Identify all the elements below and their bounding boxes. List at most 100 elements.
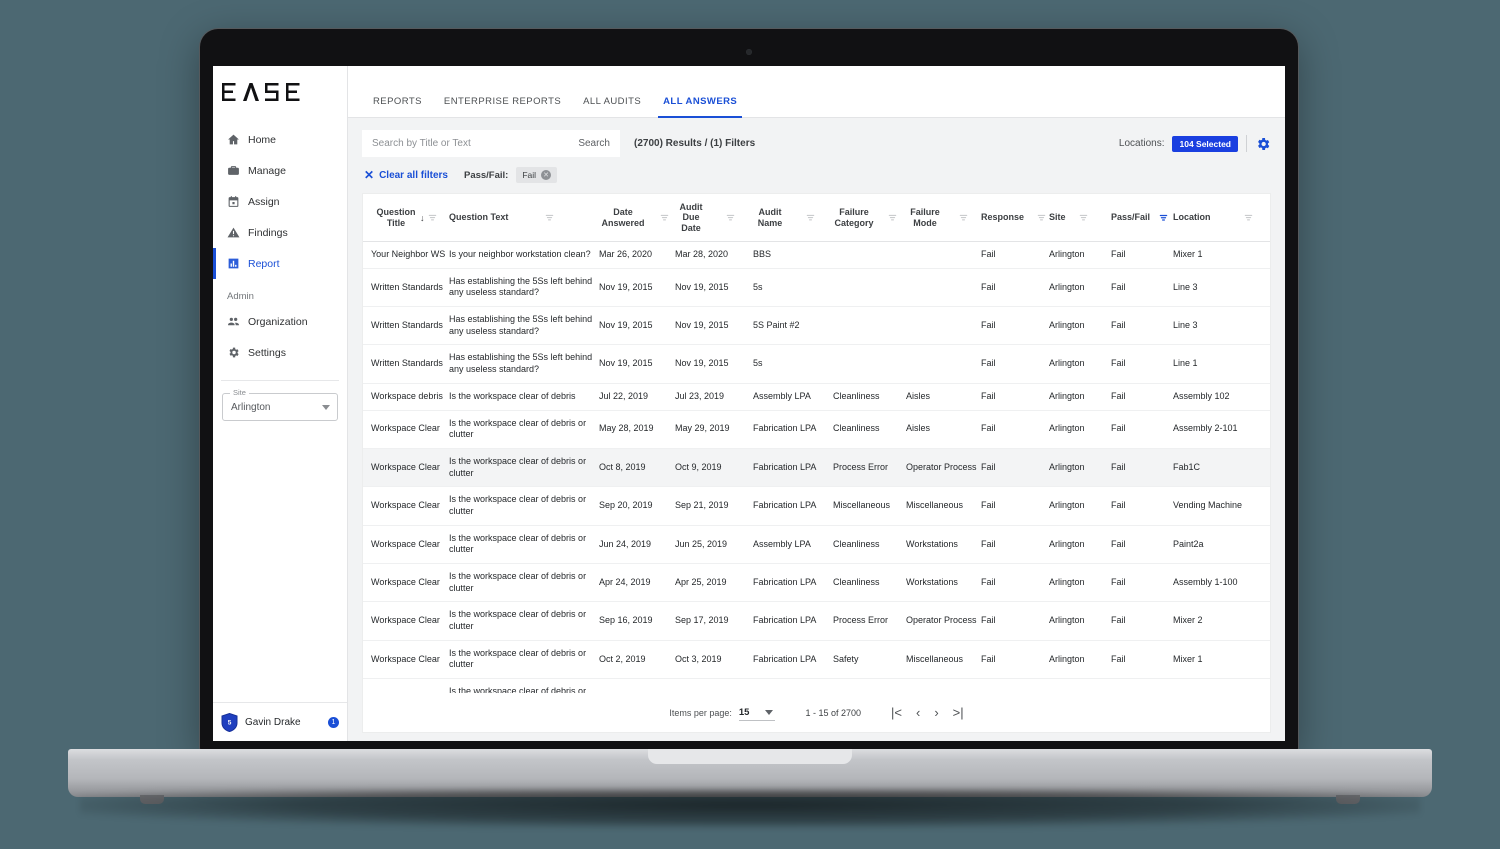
sidebar-item-label: Organization xyxy=(248,316,308,328)
cell-pass-fail: Fail xyxy=(1111,410,1173,448)
next-page-button[interactable]: › xyxy=(934,706,938,719)
cell-audit-due-date: Sep 17, 2019 xyxy=(675,602,753,640)
col-failure-mode[interactable]: Failure Mode xyxy=(906,194,981,242)
table-row[interactable]: Workspace ClearIs the workspace clear of… xyxy=(363,487,1270,525)
col-question-title[interactable]: Question Title ↓ xyxy=(363,194,449,242)
cell-question-title: Workspace Clear xyxy=(363,602,449,640)
search-input[interactable] xyxy=(372,138,532,149)
table-row[interactable]: Written StandardsHas establishing the 5S… xyxy=(363,268,1270,306)
sidebar-item-report[interactable]: Report xyxy=(213,248,347,279)
cell-question-text: Has establishing the 5Ss left behind any… xyxy=(449,345,599,383)
cell-audit-name: 5s xyxy=(753,268,833,306)
cell-audit-name: Fabrication LPA xyxy=(753,410,833,448)
sort-desc-icon[interactable]: ↓ xyxy=(420,213,425,223)
table-row[interactable]: Workspace ClearIs the workspace clear of… xyxy=(363,640,1270,678)
col-site[interactable]: Site xyxy=(1049,194,1111,242)
tab-all-answers[interactable]: ALL ANSWERS xyxy=(652,96,748,117)
filter-icon[interactable] xyxy=(959,213,968,222)
tab-reports[interactable]: REPORTS xyxy=(362,96,433,117)
filter-icon[interactable] xyxy=(660,213,669,222)
col-audit-name[interactable]: Audit Name xyxy=(753,194,833,242)
cell-audit-due-date: Nov 19, 2015 xyxy=(675,345,753,383)
cell-location: Line 1 xyxy=(1173,345,1270,383)
col-label: Question Title xyxy=(375,207,417,228)
table-row[interactable]: Written StandardsHas establishing the 5S… xyxy=(363,307,1270,345)
sidebar-item-assign[interactable]: Assign xyxy=(213,186,347,217)
cell-response: Fail xyxy=(981,564,1049,602)
cell-site: Arlington xyxy=(1049,307,1111,345)
prev-page-button[interactable]: ‹ xyxy=(916,706,920,719)
user-row[interactable]: 5 Gavin Drake 1 xyxy=(213,702,347,741)
filter-icon[interactable] xyxy=(1037,213,1046,222)
filter-icon-active[interactable] xyxy=(1159,213,1168,222)
cell-question-title: Workspace Clear xyxy=(363,487,449,525)
cell-audit-due-date: Oct 9, 2019 xyxy=(675,448,753,486)
settings-gear-icon[interactable] xyxy=(1255,136,1271,152)
cell-response: Fail xyxy=(981,602,1049,640)
cell-audit-due-date: Nov 19, 2015 xyxy=(675,307,753,345)
table-row[interactable]: Workspace ClearIs the workspace clear of… xyxy=(363,525,1270,563)
cell-date-answered: Sep 20, 2019 xyxy=(599,487,675,525)
cell-question-text: Is the workspace clear of debris or clut… xyxy=(449,640,599,678)
first-page-button[interactable]: |< xyxy=(891,706,902,719)
app-root: Home Manage Assign xyxy=(213,66,1285,741)
table-row[interactable]: Written StandardsHas establishing the 5S… xyxy=(363,345,1270,383)
site-select[interactable]: Site Arlington xyxy=(222,393,338,421)
col-failure-category[interactable]: Failure Category xyxy=(833,194,906,242)
locations-selected-pill[interactable]: 104 Selected xyxy=(1172,136,1238,152)
sidebar-item-label: Assign xyxy=(248,196,280,208)
tab-enterprise-reports[interactable]: ENTERPRISE REPORTS xyxy=(433,96,572,117)
cell-site: Arlington xyxy=(1049,487,1111,525)
filter-icon[interactable] xyxy=(1244,213,1253,222)
col-response[interactable]: Response xyxy=(981,194,1049,242)
cell-site: Arlington xyxy=(1049,564,1111,602)
cell-pass-fail: Fail xyxy=(1111,487,1173,525)
passfail-filter-chip[interactable]: Fail ✕ xyxy=(516,167,557,183)
cell-question-title: Workspace Clear xyxy=(363,448,449,486)
notification-badge[interactable]: 1 xyxy=(328,717,339,728)
cell-pass-fail: Fail xyxy=(1111,307,1173,345)
col-audit-due-date[interactable]: Audit Due Date xyxy=(675,194,753,242)
cell-question-text: Is the workspace clear of debris or clut… xyxy=(449,448,599,486)
col-question-text[interactable]: Question Text xyxy=(449,194,599,242)
sidebar-item-organization[interactable]: Organization xyxy=(213,306,347,337)
cell-site: Arlington xyxy=(1049,410,1111,448)
chip-remove-icon[interactable]: ✕ xyxy=(541,170,551,180)
filter-icon[interactable] xyxy=(545,213,554,222)
table-row[interactable]: Workspace ClearIs the workspace clear of… xyxy=(363,448,1270,486)
cell-failure-category xyxy=(833,242,906,269)
cell-audit-name: Fabrication LPA xyxy=(753,564,833,602)
tab-all-audits[interactable]: ALL AUDITS xyxy=(572,96,652,117)
cell-pass-fail: Fail xyxy=(1111,345,1173,383)
brand-logo[interactable] xyxy=(213,66,347,118)
clear-all-filters-button[interactable]: ✕ Clear all filters xyxy=(364,169,448,181)
filter-icon[interactable] xyxy=(1079,213,1088,222)
items-per-page-select[interactable]: 15 xyxy=(739,705,776,721)
sidebar-item-findings[interactable]: Findings xyxy=(213,217,347,248)
table-row[interactable]: Workspace debrisIs the workspace clear o… xyxy=(363,383,1270,410)
cell-date-answered: Oct 8, 2019 xyxy=(599,448,675,486)
cell-failure-category: Process Error xyxy=(833,448,906,486)
filter-icon[interactable] xyxy=(888,213,897,222)
table-row[interactable]: Workspace ClearIs the workspace clear of… xyxy=(363,564,1270,602)
cell-audit-name: Fabrication LPA xyxy=(753,640,833,678)
sidebar-item-home[interactable]: Home xyxy=(213,124,347,155)
search-button[interactable]: Search xyxy=(578,138,610,149)
table-row[interactable]: Your Neighbor WSIs your neighbor worksta… xyxy=(363,242,1270,269)
col-date-answered[interactable]: Date Answered xyxy=(599,194,675,242)
col-location[interactable]: Location xyxy=(1173,194,1270,242)
filter-icon[interactable] xyxy=(726,213,735,222)
cell-site: Arlington xyxy=(1049,242,1111,269)
sidebar-item-manage[interactable]: Manage xyxy=(213,155,347,186)
cell-audit-due-date: Oct 3, 2019 xyxy=(675,640,753,678)
col-pass-fail[interactable]: Pass/Fail xyxy=(1111,194,1173,242)
table-row[interactable]: Workspace ClearIs the workspace clear of… xyxy=(363,602,1270,640)
cell-question-text: Is the workspace clear of debris or clut… xyxy=(449,525,599,563)
cell-failure-mode: Miscellaneous xyxy=(906,640,981,678)
sidebar-item-settings[interactable]: Settings xyxy=(213,337,347,368)
table-row[interactable]: Workspace ClearIs the workspace clear of… xyxy=(363,410,1270,448)
cell-question-title: Workspace Clear xyxy=(363,564,449,602)
filter-icon[interactable] xyxy=(428,213,437,222)
last-page-button[interactable]: >| xyxy=(953,706,964,719)
filter-icon[interactable] xyxy=(806,213,815,222)
